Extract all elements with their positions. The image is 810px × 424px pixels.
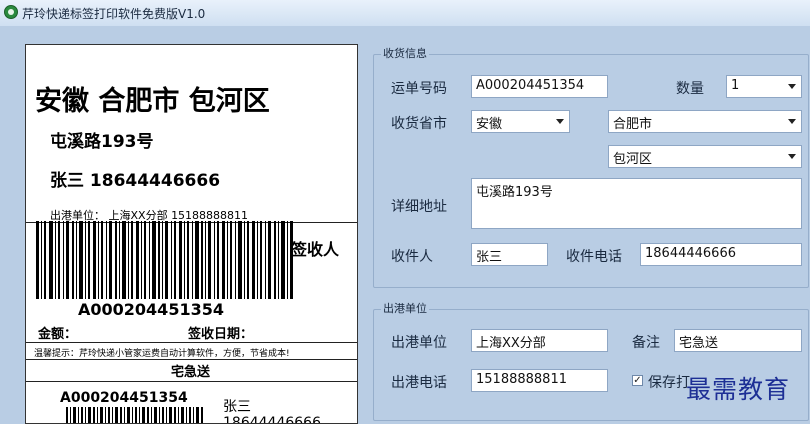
- save-print-label: 保存打: [648, 375, 690, 391]
- note-label: 备注: [632, 335, 660, 351]
- chevron-down-icon: [556, 119, 564, 124]
- title-bar: 芹玲快递标签打印软件免费版V1.0: [0, 0, 810, 27]
- label-amount: 金额：: [38, 327, 78, 342]
- watermark-text: 最需教育: [686, 375, 791, 404]
- recipient-input[interactable]: 张三: [471, 243, 548, 266]
- chevron-down-icon: [788, 119, 796, 124]
- label-sign-recipient: 签收人: [291, 240, 340, 259]
- origin-phone-input[interactable]: 15188888811: [471, 369, 608, 392]
- app-icon: [4, 5, 18, 19]
- barcode-image: [36, 221, 293, 299]
- address-textarea[interactable]: 屯溪路193号: [471, 178, 802, 229]
- province-label: 收货省市: [391, 116, 447, 132]
- address-label: 详细地址: [391, 199, 447, 215]
- label-divider: [26, 342, 357, 343]
- city-select[interactable]: 合肥市: [608, 110, 802, 133]
- label-remark: 宅急送: [171, 365, 211, 380]
- label-divider: [26, 359, 357, 360]
- province-select[interactable]: 安徽: [471, 110, 570, 133]
- label-tip: 温馨提示：芹玲快递小管家运费自动计算软件，方便，节省成本!: [34, 349, 290, 359]
- quantity-label: 数量: [676, 81, 704, 97]
- label-street: 屯溪路193号: [50, 132, 154, 152]
- province-value: 安徽: [476, 117, 503, 132]
- label-recipient: 张三 18644446666: [50, 171, 221, 191]
- origin-unit-label: 出港单位: [391, 335, 447, 351]
- label-sign-date: 签收日期：: [188, 327, 254, 342]
- recipient-phone-label: 收件电话: [566, 249, 622, 265]
- recipient-phone-input[interactable]: 18644446666: [640, 243, 802, 266]
- stub-tracking-number: A000204451354: [60, 390, 188, 406]
- origin-unit-input[interactable]: 上海XX分部: [471, 329, 608, 352]
- origin-phone-label: 出港电话: [391, 375, 447, 391]
- origin-unit-title: 出港单位: [381, 300, 429, 316]
- receiver-info-title: 收货信息: [381, 45, 429, 61]
- stub-name: 张三: [223, 399, 251, 415]
- stub-phone: 18644446666: [223, 415, 321, 424]
- label-tracking-number: A000204451354: [78, 300, 224, 319]
- quantity-value: 1: [731, 78, 740, 93]
- recipient-label: 收件人: [391, 249, 433, 265]
- window-title: 芹玲快递标签打印软件免费版V1.0: [22, 7, 206, 21]
- city-value: 合肥市: [613, 117, 653, 132]
- label-preview: 安徽 合肥市 包河区 屯溪路193号 张三 18644446666 出港单位： …: [25, 44, 358, 424]
- chevron-down-icon: [788, 154, 796, 159]
- stub-barcode-image: [66, 407, 203, 423]
- save-print-checkbox[interactable]: ✓: [632, 375, 643, 386]
- chevron-down-icon: [788, 84, 796, 89]
- label-divider: [26, 381, 357, 382]
- label-province-city-district: 安徽 合肥市 包河区: [35, 86, 270, 117]
- district-value: 包河区: [613, 152, 653, 167]
- waybill-input[interactable]: A000204451354: [471, 75, 608, 98]
- quantity-select[interactable]: 1: [726, 75, 802, 98]
- district-select[interactable]: 包河区: [608, 145, 802, 168]
- waybill-label: 运单号码: [391, 81, 447, 97]
- note-input[interactable]: 宅急送: [674, 329, 802, 352]
